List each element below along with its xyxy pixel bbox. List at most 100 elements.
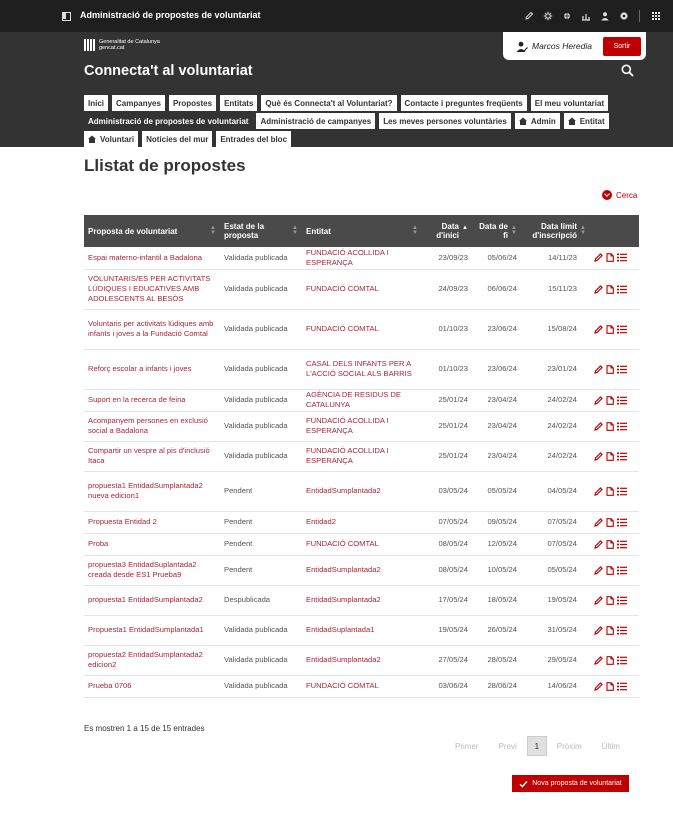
proposal-link[interactable]: Acompanyem persones en exclusió social a…: [84, 411, 220, 442]
nav-item-noticies[interactable]: Notícies del mur: [142, 131, 215, 147]
edit-pencil-icon[interactable]: [594, 681, 603, 691]
nav-item-entitat[interactable]: Entitat: [563, 113, 611, 129]
entity-link[interactable]: EntidadSumplantada2: [302, 555, 422, 586]
proposal-link[interactable]: Espai materno-infantil a Badalona: [84, 247, 220, 270]
proposal-link[interactable]: Reforç escolar a infants i joves: [84, 349, 220, 390]
document-icon[interactable]: [606, 284, 614, 294]
sidebar-toggle-icon[interactable]: [62, 12, 71, 21]
entity-link[interactable]: FUNDACIÓ ACOLLIDA I ESPERANÇA: [302, 441, 422, 472]
nav-item-inici[interactable]: Inici: [84, 95, 111, 111]
entity-link[interactable]: AGÈNCIA DE RESIDUS DE CATALUNYA: [302, 389, 422, 412]
entity-link[interactable]: Entidad2: [302, 511, 422, 534]
document-icon[interactable]: [606, 565, 614, 575]
proposal-link[interactable]: Proba: [84, 533, 220, 556]
edit-pencil-icon[interactable]: [594, 253, 603, 263]
document-icon[interactable]: [606, 253, 614, 263]
list-icon[interactable]: [617, 656, 627, 665]
list-icon[interactable]: [617, 518, 627, 527]
nav-item-admin[interactable]: Admin: [514, 113, 562, 129]
document-icon[interactable]: [606, 681, 614, 691]
edit-pencil-icon[interactable]: [594, 284, 603, 294]
list-icon[interactable]: [617, 365, 627, 374]
document-icon[interactable]: [606, 451, 614, 461]
entity-link[interactable]: FUNDACIÓ ACOLLIDA I ESPERANÇA: [302, 247, 422, 270]
logout-button[interactable]: Sortir: [603, 37, 641, 56]
list-icon[interactable]: [617, 540, 627, 549]
nav-item-que-es[interactable]: Què és Connecta't al Voluntariat?: [261, 95, 399, 111]
entity-link[interactable]: EntidadSuplantada1: [302, 615, 422, 646]
settings-icon[interactable]: [616, 8, 631, 24]
entity-link[interactable]: FUNDACIÓ COMTAL: [302, 269, 422, 310]
document-icon[interactable]: [606, 595, 614, 605]
document-icon[interactable]: [606, 324, 614, 334]
col-header-data-fi[interactable]: Data de fi ▲ ▼: [472, 215, 521, 247]
list-icon[interactable]: [617, 325, 627, 334]
list-icon[interactable]: [617, 566, 627, 575]
pager-last[interactable]: Últim: [592, 742, 630, 751]
entity-link[interactable]: EntidadSumplantada2: [302, 585, 422, 616]
proposal-link[interactable]: propuesta3 EntidadSuplantada2 creada des…: [84, 555, 220, 586]
pager-current-page[interactable]: 1: [526, 736, 547, 756]
edit-pencil-icon[interactable]: [594, 324, 603, 334]
edit-pencil-icon[interactable]: [594, 539, 603, 549]
user-icon[interactable]: [597, 8, 612, 24]
site-title[interactable]: Connecta't al voluntariat: [84, 63, 253, 79]
document-icon[interactable]: [606, 364, 614, 374]
edit-pencil-icon[interactable]: [594, 451, 603, 461]
col-header-data-limit[interactable]: Data límit d'inscripció ▲ ▼: [521, 215, 590, 247]
entity-link[interactable]: FUNDACIÓ COMTAL: [302, 533, 422, 556]
col-header-proposta[interactable]: Proposta de voluntariat ▲ ▼: [84, 215, 220, 247]
list-icon[interactable]: [617, 253, 627, 262]
col-header-estat[interactable]: Estat de la proposta ▲ ▼: [220, 215, 302, 247]
edit-pencil-icon[interactable]: [594, 595, 603, 605]
sitemap-icon[interactable]: [578, 8, 593, 24]
document-icon[interactable]: [606, 655, 614, 665]
nav-item-propostes[interactable]: Propostes: [168, 95, 219, 111]
entity-link[interactable]: FUNDACIÓ ACOLLIDA I ESPERANÇA: [302, 411, 422, 442]
proposal-link[interactable]: VOLUNTARIS/ES PER ACTIVITATS LÚDIQUES I …: [84, 269, 220, 310]
edit-pencil-icon[interactable]: [594, 486, 603, 496]
edit-pencil-icon[interactable]: [594, 395, 603, 405]
document-icon[interactable]: [606, 421, 614, 431]
nav-item-persones-voluntaries[interactable]: Les meves persones voluntàries: [379, 113, 513, 129]
list-icon[interactable]: [617, 682, 627, 691]
nav-item-voluntari[interactable]: Voluntari: [84, 131, 141, 147]
gencat-logo[interactable]: Generalitat de Catalunya gencat.cat: [84, 39, 160, 51]
proposal-link[interactable]: Voluntaris per activitats lúdiques amb i…: [84, 309, 220, 350]
search-icon[interactable]: [621, 64, 634, 77]
entity-link[interactable]: FUNDACIÓ COMTAL: [302, 309, 422, 350]
nav-item-el-meu-voluntariat[interactable]: El meu voluntariat: [530, 95, 611, 111]
list-icon[interactable]: [617, 487, 627, 496]
list-icon[interactable]: [617, 626, 627, 635]
proposal-link[interactable]: Suport en la recerca de feina: [84, 389, 220, 412]
proposal-link[interactable]: propuesta2 EntidadSumplantada2 edicion2: [84, 645, 220, 676]
proposal-link[interactable]: Propuesta Entidad 2: [84, 511, 220, 534]
list-icon[interactable]: [617, 422, 627, 431]
nav-item-admin-campanyes[interactable]: Administració de campanyes: [256, 113, 378, 129]
search-toggle[interactable]: Cerca: [602, 190, 637, 200]
edit-pencil-icon[interactable]: [594, 625, 603, 635]
proposal-link[interactable]: Compartir un vespre al pis d'inclusió It…: [84, 441, 220, 472]
col-header-entitat[interactable]: Entitat ▲ ▼: [302, 215, 422, 247]
edit-pencil-icon[interactable]: [594, 517, 603, 527]
list-icon[interactable]: [617, 285, 627, 294]
edit-pencil-icon[interactable]: [594, 364, 603, 374]
proposal-link[interactable]: Prueba 0706: [84, 675, 220, 698]
entity-link[interactable]: CASAL DELS INFANTS PER A L'ACCIÓ SOCIAL …: [302, 349, 422, 390]
pager-first[interactable]: Primer: [445, 742, 489, 751]
apps-grid-icon[interactable]: [648, 8, 663, 24]
new-proposal-button[interactable]: Nova proposta de voluntariat: [512, 775, 629, 792]
edit-pencil-icon[interactable]: [594, 655, 603, 665]
edit-pencil-icon[interactable]: [594, 565, 603, 575]
nav-item-entrades-bloc[interactable]: Entrades del bloc: [216, 131, 294, 147]
nav-item-entitats[interactable]: Entitats: [220, 95, 260, 111]
edit-pencil-icon[interactable]: [594, 421, 603, 431]
proposal-link[interactable]: propuesta1 EntidadSumplantada2 nueva edi…: [84, 471, 220, 512]
gear-icon[interactable]: [540, 8, 555, 24]
nav-item-campanyes[interactable]: Campanyes: [112, 95, 167, 111]
list-icon[interactable]: [617, 396, 627, 405]
entity-link[interactable]: EntidadSumplantada2: [302, 645, 422, 676]
document-icon[interactable]: [606, 517, 614, 527]
col-header-data-inici[interactable]: Data d'inici ▲: [422, 215, 472, 247]
palette-icon[interactable]: [559, 8, 574, 24]
